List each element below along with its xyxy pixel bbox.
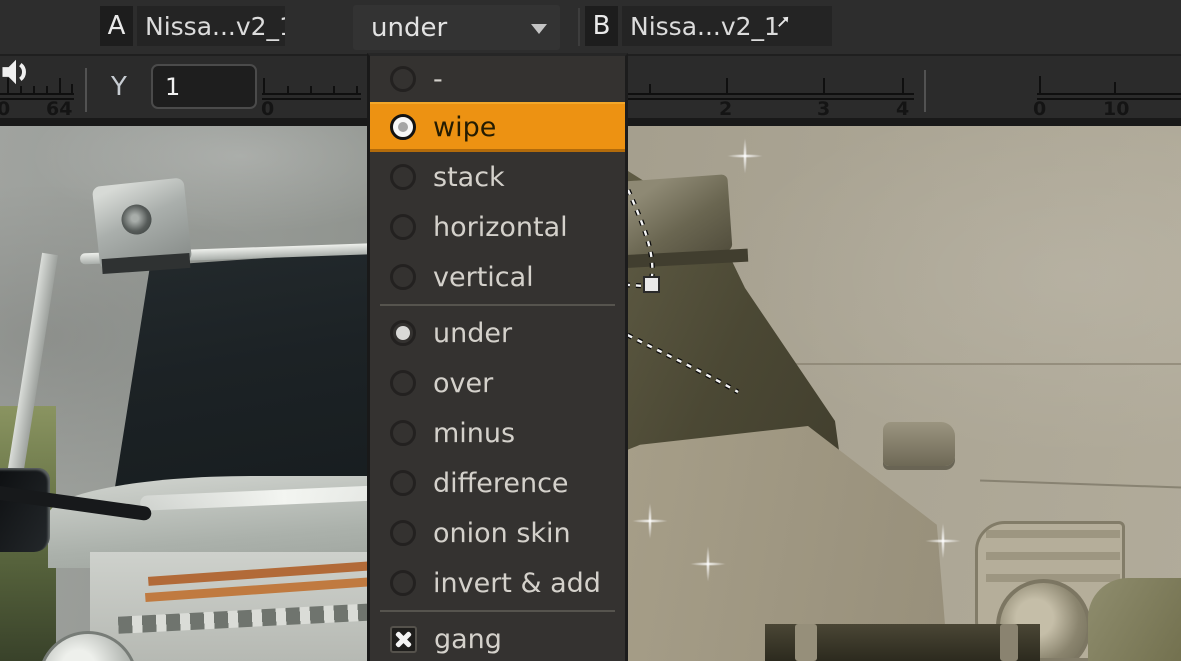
menu-separator [380,304,615,306]
ruler-tick-label: 10 [1103,98,1129,120]
menu-item-none[interactable]: - [370,56,625,102]
menu-item-wipe[interactable]: wipe [370,102,625,152]
radio-icon [390,114,416,140]
menu-item-invert-add[interactable]: invert & add [370,558,625,608]
radio-icon [390,470,416,496]
menu-item-gang[interactable]: gang [370,614,625,661]
menu-item-onion-skin[interactable]: onion skin [370,508,625,558]
ruler-tick-label: 3 [817,98,830,120]
buffer-b-filename-text: Nissa...v2_1 [630,12,780,41]
menu-item-over[interactable]: over [370,358,625,408]
ruler-tick-label: 0 [1033,98,1046,120]
composite-mode-menu: - wipe stack horizontal vertical under o… [367,53,628,661]
ruler-tick-label: 4 [896,98,909,120]
radio-icon [390,420,416,446]
radio-icon [390,570,416,596]
menu-separator [380,610,615,612]
radio-icon [390,164,416,190]
buffer-a-button[interactable]: A [100,6,133,46]
buffer-b-filename[interactable]: Nissa...v2_1 [622,6,832,46]
menu-item-vertical[interactable]: vertical [370,252,625,302]
menu-item-horizontal[interactable]: horizontal [370,202,625,252]
radio-icon [390,520,416,546]
menu-item-difference[interactable]: difference [370,458,625,508]
radio-selected-icon [390,320,416,346]
ruler-tick-label: 64 [46,98,72,120]
ruler-tick-label: 0 [0,98,10,120]
toolbar-divider [578,8,580,46]
menu-item-stack[interactable]: stack [370,152,625,202]
composite-mode-value: under [371,13,447,43]
x-mark-checkbox-checked-icon [390,626,417,653]
spline-control-point[interactable] [644,277,659,292]
viewer-top-bar: A Nissa...v2_1 under B Nissa...v2_1 [0,0,1181,56]
menu-item-minus[interactable]: minus [370,408,625,458]
radio-icon [390,214,416,240]
volume-icon[interactable] [0,56,32,88]
radio-icon [390,66,416,92]
nuke-viewer-window: A Nissa...v2_1 under B Nissa...v2_1 [0,0,1181,661]
y-coordinate-input[interactable] [151,64,257,109]
menu-item-under[interactable]: under [370,308,625,358]
ruler-tick-label: 0 [261,98,274,120]
buffer-a-filename-text: Nissa...v2_1 [145,12,285,41]
cursor-arrow-icon [776,14,791,29]
chevron-down-icon [531,24,547,34]
composite-mode-dropdown[interactable]: under [353,5,560,50]
radio-icon [390,264,416,290]
ruler-tick-label: 2 [719,98,732,120]
buffer-b-button[interactable]: B [585,6,618,46]
buffer-a-filename[interactable]: Nissa...v2_1 [137,6,285,46]
y-coordinate-label: Y [111,72,127,102]
radio-icon [390,370,416,396]
